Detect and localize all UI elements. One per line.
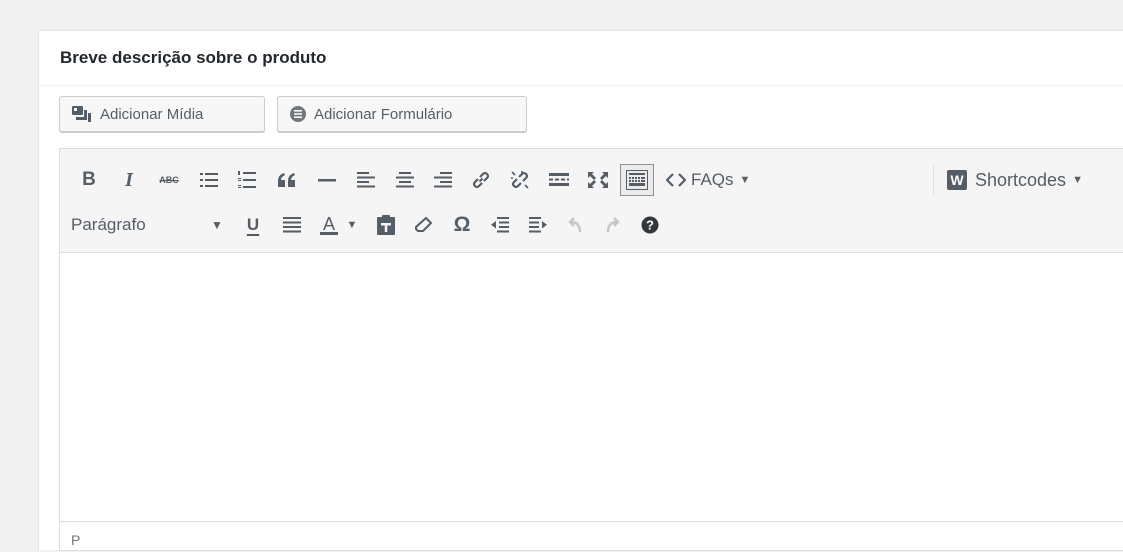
add-form-button[interactable]: Adicionar Formulário: [277, 96, 527, 132]
toolbar-row-2: Parágrafo ▼ U A ▼ Ω ?: [60, 206, 1123, 244]
help-icon: ?: [641, 216, 659, 234]
unlink-icon: [511, 171, 529, 189]
product-short-description-metabox: Breve descrição sobre o produto Adiciona…: [38, 30, 1123, 551]
align-right-icon: [434, 172, 452, 188]
numbered-list-icon: [238, 171, 256, 188]
link-icon: [472, 171, 490, 189]
text-color-dropdown[interactable]: ▼: [344, 206, 360, 244]
editor-statusbar: P: [60, 521, 1123, 552]
remove-link-button[interactable]: [503, 161, 537, 199]
form-icon: [290, 106, 306, 122]
bullet-list-icon: [200, 173, 218, 187]
align-center-button[interactable]: [388, 161, 422, 199]
media-buttons: Adicionar Mídia Adicionar Formulário: [59, 96, 527, 132]
caret-down-icon: ▼: [739, 174, 751, 186]
read-more-button[interactable]: [542, 161, 576, 199]
faqs-dropdown[interactable]: FAQs ▼: [660, 161, 768, 199]
align-left-icon: [357, 172, 375, 188]
undo-icon: [568, 217, 582, 233]
underline-button[interactable]: U: [236, 206, 270, 244]
toolbar-row-1: B I ABC FAQs ▼ W Shortcodes ▼: [60, 161, 1123, 199]
fullscreen-icon: [588, 172, 608, 188]
text-color-button[interactable]: A: [312, 206, 346, 244]
numbered-list-button[interactable]: [230, 161, 264, 199]
toolbar-toggle-button[interactable]: [620, 164, 654, 196]
read-more-icon: [549, 173, 569, 186]
code-brackets-icon: [666, 173, 686, 187]
quote-icon: [278, 173, 295, 187]
blockquote-button[interactable]: [270, 161, 304, 199]
align-right-button[interactable]: [426, 161, 460, 199]
fullscreen-button[interactable]: [581, 161, 615, 199]
redo-button[interactable]: [596, 206, 630, 244]
clear-formatting-button[interactable]: [407, 206, 441, 244]
eraser-icon: [415, 216, 433, 232]
outdent-icon: [491, 217, 509, 233]
paste-as-text-button[interactable]: [369, 206, 403, 244]
strikethrough-button[interactable]: ABC: [152, 161, 186, 199]
underline-label: U: [246, 215, 260, 234]
add-form-label: Adicionar Formulário: [314, 105, 453, 123]
align-left-button[interactable]: [349, 161, 383, 199]
metabox-title: Breve descrição sobre o produto: [39, 31, 1123, 86]
justify-button[interactable]: [275, 206, 309, 244]
keyboard-icon: [626, 170, 648, 190]
horizontal-line-icon: [318, 179, 336, 182]
shortcodes-badge-icon: W: [947, 170, 967, 190]
element-path[interactable]: P: [71, 532, 80, 548]
bold-button[interactable]: B: [74, 161, 104, 199]
editor-content-area[interactable]: [60, 253, 1123, 521]
format-select-value: Parágrafo: [71, 215, 146, 234]
italic-label: I: [125, 168, 133, 191]
bold-label: B: [82, 169, 96, 190]
strikethrough-label: ABC: [159, 175, 179, 185]
indent-button[interactable]: [521, 206, 555, 244]
special-character-label: Ω: [453, 213, 471, 236]
faqs-label: FAQs: [691, 170, 734, 189]
align-center-icon: [396, 172, 414, 188]
italic-button[interactable]: I: [114, 161, 144, 199]
indent-icon: [529, 217, 547, 233]
undo-button[interactable]: [558, 206, 592, 244]
format-select[interactable]: Parágrafo ▼: [70, 206, 243, 244]
svg-text:?: ?: [646, 218, 654, 233]
horizontal-line-button[interactable]: [310, 161, 344, 199]
rich-text-editor: B I ABC FAQs ▼ W Shortcodes ▼ Parágrafo …: [59, 148, 1123, 551]
shortcodes-label: Shortcodes: [975, 169, 1067, 190]
insert-link-button[interactable]: [464, 161, 498, 199]
help-button[interactable]: ?: [633, 206, 667, 244]
caret-down-icon: ▼: [211, 218, 223, 232]
caret-down-icon: ▼: [1072, 174, 1083, 186]
special-character-button[interactable]: Ω: [445, 206, 479, 244]
add-media-icon: [72, 106, 91, 122]
redo-icon: [606, 217, 620, 233]
add-media-label: Adicionar Mídia: [100, 105, 204, 123]
text-color-label: A: [319, 215, 338, 235]
shortcodes-dropdown[interactable]: W Shortcodes ▼: [943, 161, 1123, 199]
bullet-list-button[interactable]: [192, 161, 226, 199]
add-media-button[interactable]: Adicionar Mídia: [59, 96, 265, 132]
editor-toolbar: B I ABC FAQs ▼ W Shortcodes ▼ Parágrafo …: [60, 149, 1123, 253]
align-justify-icon: [283, 217, 301, 233]
caret-down-icon: ▼: [346, 219, 358, 231]
outdent-button[interactable]: [483, 206, 517, 244]
toolbar-separator: [933, 165, 934, 195]
paste-icon: [377, 215, 395, 235]
